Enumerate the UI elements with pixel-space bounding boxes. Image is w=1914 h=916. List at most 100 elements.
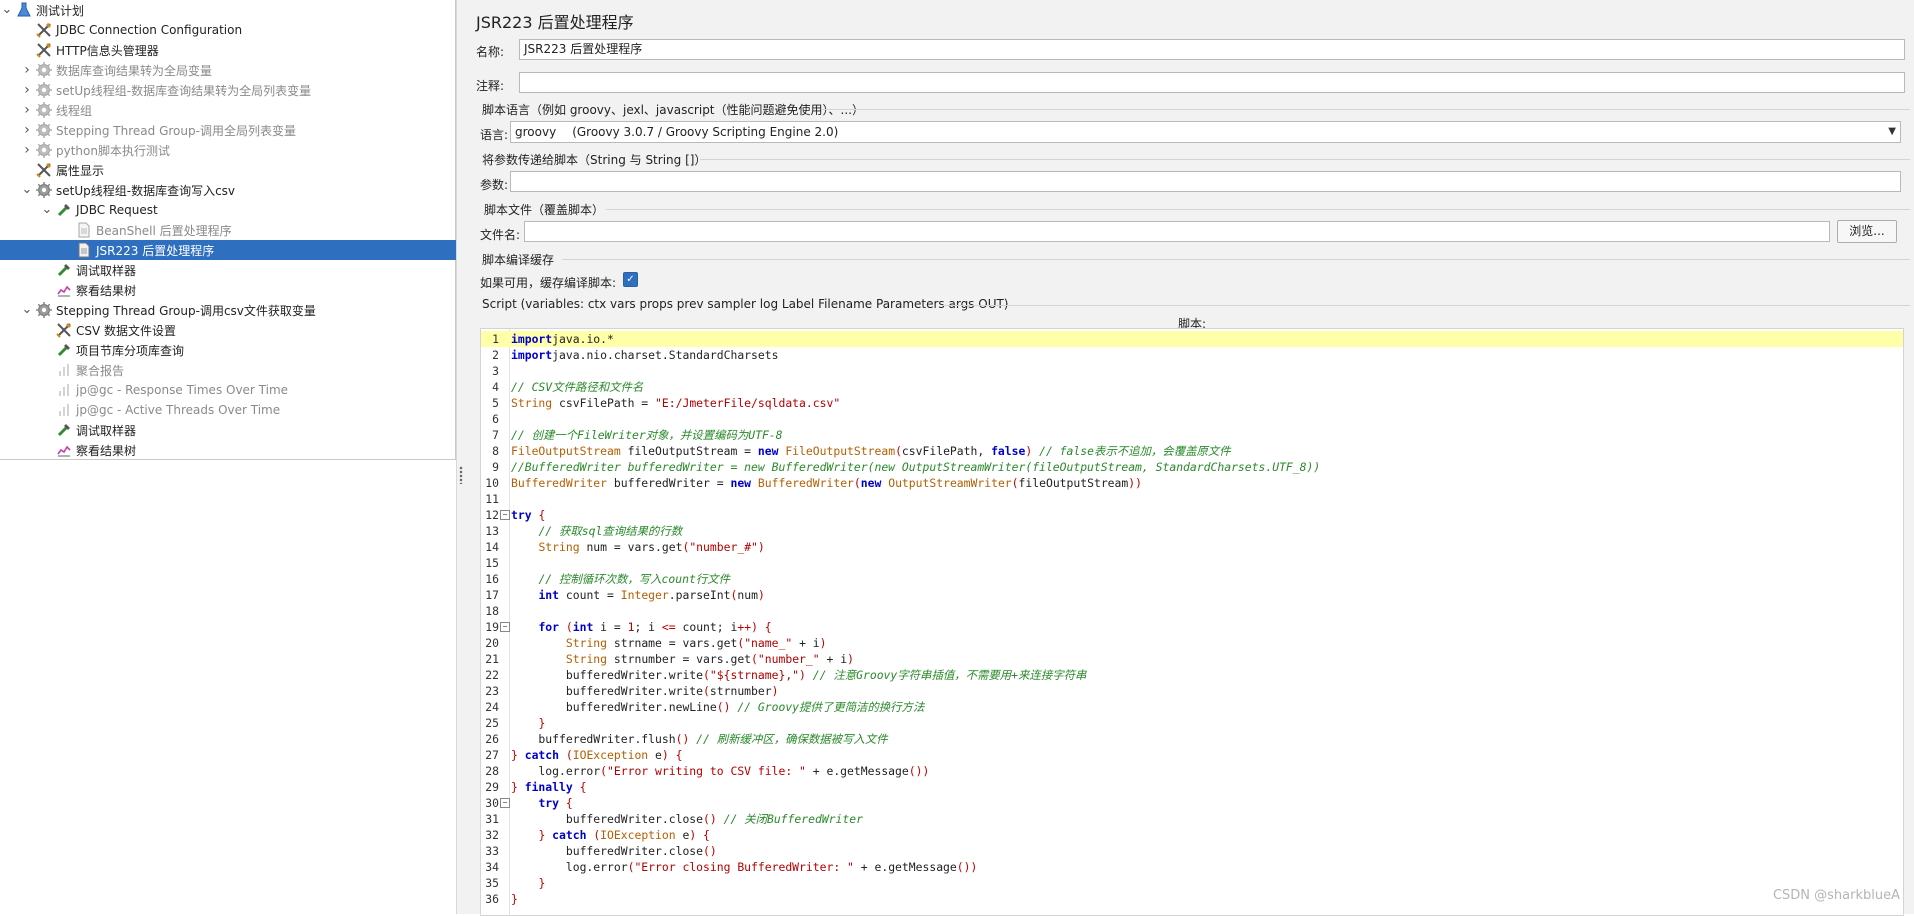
tree-item[interactable]: › python脚本执行测试 <box>0 140 475 160</box>
tree-item[interactable]: jp@gc - Response Times Over Time <box>0 380 495 400</box>
tree-item[interactable]: 察看结果树 <box>0 280 495 300</box>
code-token: "number_#" <box>689 540 758 554</box>
code-line[interactable]: 23 bufferedWriter.write(strnumber) <box>481 683 1903 699</box>
code-line[interactable]: 9 //BufferedWriter bufferedWriter = new B… <box>481 459 1903 475</box>
code-line[interactable]: 25 } <box>481 715 1903 731</box>
cache-checkbox[interactable]: ✓ <box>623 272 638 287</box>
tree-item[interactable]: HTTP信息头管理器 <box>0 40 475 60</box>
params-field[interactable] <box>510 171 1901 192</box>
tree-item[interactable]: 聚合报告 <box>0 360 495 380</box>
code-line[interactable]: 10 BufferedWriter bufferedWriter = new Bu… <box>481 475 1903 491</box>
code-line[interactable]: 31 bufferedWriter.close() // 关闭BufferedW… <box>481 811 1903 827</box>
chevron-right-icon[interactable]: › <box>20 82 34 98</box>
code-line[interactable]: 2 importjava.nio.charset.StandardCharsets <box>481 347 1903 363</box>
code-line[interactable]: 17 int count = Integer.parseInt(num) <box>481 587 1903 603</box>
line-number: 25 <box>485 716 499 730</box>
tree-item[interactable]: ⌄ setUp线程组-数据库查询写入csv <box>0 180 475 200</box>
code-line[interactable]: 14 String num = vars.get("number_#") <box>481 539 1903 555</box>
code-line[interactable]: 27} catch (IOException e) { <box>481 747 1903 763</box>
code-line[interactable]: 5 String csvFilePath = "E:/JmeterFile/sql… <box>481 395 1903 411</box>
code-text: } catch (IOException e) { <box>511 747 682 763</box>
tree-item[interactable]: 项目节库分项库查询 <box>0 340 495 360</box>
test-plan-tree[interactable]: ⌄ 测试计划 JDBC Connection Configuration HTTP信息… <box>0 0 515 460</box>
fold-toggle-icon[interactable]: − <box>500 510 510 520</box>
code-token: FileOutputStream <box>511 444 621 458</box>
fold-toggle-icon[interactable]: − <box>500 622 510 632</box>
code-line[interactable]: 18 <box>481 603 1903 619</box>
code-line[interactable]: 21 String strnumber = vars.get("number_"… <box>481 651 1903 667</box>
code-line[interactable]: 3 <box>481 363 1903 379</box>
tree-item[interactable]: JDBC Connection Configuration <box>0 20 475 40</box>
code-token: csvFilePath, <box>901 444 992 458</box>
tree-item[interactable]: JSR223 后置处理程序 <box>0 240 515 260</box>
code-line[interactable]: 12− try { <box>481 507 1903 523</box>
chevron-right-icon[interactable]: › <box>20 122 34 138</box>
tree-item[interactable]: 调试取样器 <box>0 260 495 280</box>
code-line[interactable]: 8 FileOutputStream fileOutputStream = new… <box>481 443 1903 459</box>
code-token: + e.getMessage <box>853 860 957 874</box>
tree-item-label: 项目节库分项库查询 <box>76 343 185 358</box>
code-token: log.error <box>511 764 601 778</box>
tree-item[interactable]: ⌄ Stepping Thread Group-调用csv文件获取变量 <box>0 300 475 320</box>
language-select[interactable]: groovy (Groovy 3.0.7 / Groovy Scripting … <box>510 121 1901 143</box>
line-number: 20 <box>485 636 499 650</box>
tree-item[interactable]: BeanShell 后置处理程序 <box>0 220 515 240</box>
cache-section-title: 脚本编译缓存 <box>482 253 555 267</box>
script-editor[interactable]: 1 importjava.io.* 2 importjava.nio.charset.… <box>480 328 1904 916</box>
chevron-down-icon[interactable]: ⌄ <box>0 3 14 16</box>
code-line[interactable]: 11 <box>481 491 1903 507</box>
code-token: ( <box>565 748 573 762</box>
chevron-down-icon[interactable]: ⌄ <box>20 183 34 196</box>
splitter-grip-icon[interactable] <box>459 466 463 484</box>
code-line[interactable]: 28 log.error("Error writing to CSV file:… <box>481 763 1903 779</box>
line-number: 12 <box>485 508 499 522</box>
tree-item[interactable]: › 数据库查询结果转为全局变量 <box>0 60 475 80</box>
name-field[interactable]: JSR223 后置处理程序 <box>519 39 1905 60</box>
tree-item[interactable]: ⌄ JDBC Request <box>0 200 495 220</box>
code-line[interactable]: 6 <box>481 411 1903 427</box>
code-line[interactable]: 24 bufferedWriter.newLine() // Groovy提供了… <box>481 699 1903 715</box>
chevron-right-icon[interactable]: › <box>20 102 34 118</box>
tree-item[interactable]: CSV 数据文件设置 <box>0 320 495 340</box>
tree-item[interactable]: 属性显示 <box>0 160 475 180</box>
code-line[interactable]: 35 } <box>481 875 1903 891</box>
code-line[interactable]: 13 // 获取sql查询结果的行数 <box>481 523 1903 539</box>
comment-field[interactable] <box>519 72 1905 93</box>
code-line[interactable]: 34 log.error("Error closing BufferedWrit… <box>481 859 1903 875</box>
code-line[interactable]: 32 } catch (IOException e) { <box>481 827 1903 843</box>
params-section-title: 将参数传递给脚本（String 与 String []） <box>482 153 707 167</box>
code-token: { <box>579 780 587 794</box>
chevron-down-icon[interactable]: ⌄ <box>40 203 54 216</box>
code-line[interactable]: 33 bufferedWriter.close() <box>481 843 1903 859</box>
code-line[interactable]: 7 // 创建一个FileWriter对象，并设置编码为UTF-8 <box>481 427 1903 443</box>
code-token: bufferedWriter.write <box>511 684 704 698</box>
tree-item[interactable]: › 线程组 <box>0 100 475 120</box>
code-token: ( <box>600 764 608 778</box>
code-line[interactable]: 4 // CSV文件路径和文件名 <box>481 379 1903 395</box>
tree-item[interactable]: › setUp线程组-数据库查询结果转为全局列表变量 <box>0 80 475 100</box>
code-line[interactable]: 22 bufferedWriter.write("${strname},") /… <box>481 667 1903 683</box>
code-line[interactable]: 19− for (int i = 1; i <= count; i++) { <box>481 619 1903 635</box>
fold-toggle-icon[interactable]: − <box>500 798 510 808</box>
chevron-down-icon[interactable]: ⌄ <box>20 303 34 316</box>
file-name-field[interactable] <box>524 221 1830 242</box>
chevron-right-icon[interactable]: › <box>20 142 34 158</box>
code-line[interactable]: 16 // 控制循环次数，写入count行文件 <box>481 571 1903 587</box>
dropdown-arrow-icon[interactable]: ▼ <box>1888 124 1896 140</box>
code-line[interactable]: 20 String strname = vars.get("name_" + i… <box>481 635 1903 651</box>
code-line[interactable]: 29} finally { <box>481 779 1903 795</box>
tree-item[interactable]: ⌄ 测试计划 <box>0 0 455 20</box>
code-line[interactable]: 26 bufferedWriter.flush() // 刷新缓冲区，确保数据被… <box>481 731 1903 747</box>
tree-item[interactable]: 调试取样器 <box>0 420 495 440</box>
tree-item[interactable]: jp@gc - Active Threads Over Time <box>0 400 495 420</box>
code-line[interactable]: 36} <box>481 891 1903 907</box>
code-line[interactable]: 1 importjava.io.* <box>481 331 1903 347</box>
tree-item[interactable]: › Stepping Thread Group-调用全局列表变量 <box>0 120 475 140</box>
code-line[interactable]: 15 <box>481 555 1903 571</box>
browse-button[interactable]: 浏览... <box>1837 220 1897 243</box>
code-token: // CSV文件路径和文件名 <box>511 380 644 394</box>
code-line[interactable]: 30− try { <box>481 795 1903 811</box>
tree-item[interactable]: 察看结果树 <box>0 440 495 460</box>
chevron-right-icon[interactable]: › <box>20 62 34 78</box>
